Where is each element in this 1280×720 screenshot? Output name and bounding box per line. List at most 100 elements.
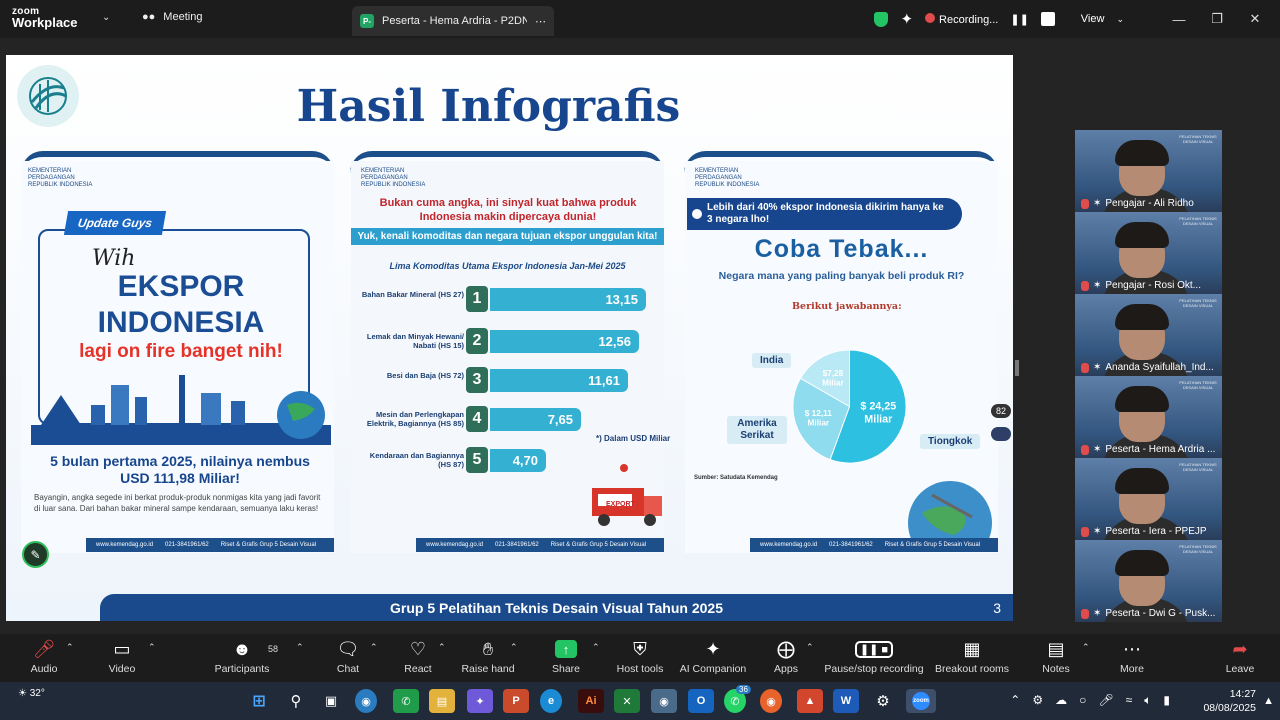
search-icon[interactable]: ⚲ xyxy=(283,689,309,713)
share-tab[interactable]: P- Peserta - Hema Ardria - P2DN's s ⋯ xyxy=(352,6,554,36)
participant-tile[interactable]: PELATIHAN TEKNIS DESAIN VISUAL ✶ Peserta -… xyxy=(1075,540,1222,622)
participant-tile[interactable]: PELATIHAN TEKNIS DESAIN VISUAL ✶ Pengajar … xyxy=(1075,212,1222,294)
chevron-up-icon[interactable]: ⌃ xyxy=(1082,642,1090,653)
resize-handle[interactable] xyxy=(1015,360,1019,376)
chevron-up-icon[interactable]: ⌃ xyxy=(296,642,304,653)
react-button[interactable]: ♡ React ⌃ xyxy=(378,638,458,676)
commodity-value: 4,70 xyxy=(512,453,538,468)
more-button[interactable]: ⋯ More xyxy=(1092,638,1172,676)
acrobat-icon[interactable]: ▲ xyxy=(797,689,823,713)
leave-button[interactable]: ➦ Leave xyxy=(1200,638,1280,676)
more-icon[interactable]: ⋯ xyxy=(535,15,546,28)
pin-icon: ✶ xyxy=(1093,198,1102,209)
participant-tile[interactable]: PELATIHAN TEKNIS DESAIN VISUAL ✶ Pengajar … xyxy=(1075,130,1222,212)
start-icon[interactable]: ⊞ xyxy=(246,689,272,713)
chevron-up-icon[interactable]: ⌃ xyxy=(66,642,74,653)
view-button[interactable]: View xyxy=(1081,13,1105,25)
breakout-rooms-button[interactable]: ▦ Breakout rooms xyxy=(932,638,1012,676)
footer-web: www.kemendag.go.id xyxy=(426,542,484,548)
stop-icon[interactable] xyxy=(1040,12,1055,26)
notes-button[interactable]: ▤ Notes ⌃ xyxy=(1016,638,1096,676)
recording-label: Recording... xyxy=(939,13,999,26)
training-stamp: PELATIHAN TEKNIS DESAIN VISUAL xyxy=(1179,544,1217,554)
chrome-icon[interactable]: ◉ xyxy=(355,689,377,713)
tray-app-icon[interactable]: ⚙ xyxy=(1032,693,1043,708)
phone-app-icon[interactable]: ✆ xyxy=(393,689,419,713)
task-view-icon[interactable]: ▣ xyxy=(318,689,344,713)
card2-ministry: KEMENTERIAN PERDAGANGAN REPUBLIK INDONES… xyxy=(361,168,425,189)
pause-recording-button[interactable]: ❚❚ ■ Pause/stop recording xyxy=(820,638,928,675)
word-icon[interactable]: W xyxy=(833,689,859,713)
country-india: India xyxy=(752,353,792,368)
share-button[interactable]: ↑ Share ⌃ xyxy=(526,638,606,675)
recording-indicator[interactable]: Recording... xyxy=(925,12,999,26)
commodity-row: Besi dan Baja (HS 72) 3 11,61 xyxy=(351,367,664,397)
mic-muted-icon xyxy=(1081,362,1089,373)
copilot-icon[interactable]: ✦ xyxy=(467,689,493,713)
annotate-pencil-icon[interactable]: ✎ xyxy=(22,541,49,568)
weather-widget[interactable]: ☀ 32° xyxy=(18,688,45,699)
ai-sparkle-icon[interactable]: ✦ xyxy=(900,10,913,28)
chevron-down-icon[interactable]: ⌄ xyxy=(1116,14,1124,25)
commodity-rank: 5 xyxy=(466,447,488,473)
zoom-taskbar-icon[interactable]: zoom xyxy=(906,689,936,713)
close-icon[interactable]: ✕ xyxy=(1242,11,1268,27)
commodity-row: Mesin dan Perlengkapan Elektrik, Bagiann… xyxy=(351,406,664,436)
training-stamp: PELATIHAN TEKNIS DESAIN VISUAL xyxy=(1179,134,1217,144)
battery-icon[interactable]: ▮ xyxy=(1163,693,1170,708)
apps-button[interactable]: ⨁ Apps ⌃ xyxy=(746,638,826,676)
minimize-icon[interactable]: — xyxy=(1166,12,1192,27)
slide-content: KEMENTERIAN PERDAGANGAN REPUBLIK INDONES… xyxy=(6,55,1013,621)
participant-tile[interactable]: PELATIHAN TEKNIS DESAIN VISUAL ✶ Ananda Sy… xyxy=(1075,294,1222,376)
chevron-up-icon[interactable]: ⌃ xyxy=(510,642,518,653)
commodity-bar: 11,61 xyxy=(490,369,628,392)
chevron-up-icon[interactable]: ⌃ xyxy=(1010,693,1020,708)
participants-button[interactable]: ☻ 58 Participants ⌃ xyxy=(202,638,304,676)
photos-icon[interactable]: ◉ xyxy=(651,689,677,713)
cloud-icon[interactable]: ☁ xyxy=(1055,693,1067,708)
illustrator-icon[interactable]: Ai xyxy=(578,689,604,713)
country-china: Tiongkok xyxy=(920,434,981,449)
tray-sync-icon[interactable]: ○ xyxy=(1079,693,1086,708)
side-chat-chip[interactable] xyxy=(991,427,1011,441)
skyline-illustration xyxy=(31,375,331,445)
pause-stop-icon: ❚❚ ■ xyxy=(820,638,928,660)
participant-tile[interactable]: PELATIHAN TEKNIS DESAIN VISUAL ✶ Peserta -… xyxy=(1075,458,1222,540)
meeting-toolbar: 🎤︎ Audio ⌃ ▭ Video ⌃ ☻ 58 Participants ⌃… xyxy=(0,634,1280,682)
video-button[interactable]: ▭ Video ⌃ xyxy=(82,638,162,676)
powerpoint-icon[interactable]: P xyxy=(503,689,529,713)
video-label: Video xyxy=(108,663,136,675)
settings-gear-icon[interactable]: ⚙ xyxy=(870,689,896,713)
chevron-up-icon[interactable]: ⌃ xyxy=(148,642,156,653)
xbox-icon[interactable]: ✕ xyxy=(614,689,640,713)
edge-icon[interactable]: e xyxy=(540,689,562,713)
share-tab-title: Peserta - Hema Ardria - P2DN's s xyxy=(382,15,527,27)
ai-companion-button[interactable]: ✦ AI Companion xyxy=(672,638,754,676)
audio-button[interactable]: 🎤︎ Audio ⌃ xyxy=(4,638,84,676)
pause-icon[interactable]: ❚❚ xyxy=(1010,13,1028,26)
raise-hand-button[interactable]: ✋︎ Raise hand ⌃ xyxy=(448,638,528,676)
meeting-tab[interactable]: ●● Meeting xyxy=(142,11,202,23)
notification-bell-icon[interactable]: ▲ xyxy=(1263,695,1274,707)
ekspor-headline: EKSPOR INDONESIA xyxy=(97,270,265,339)
chevron-up-icon[interactable]: ⌃ xyxy=(370,642,378,653)
wifi-icon[interactable]: ≈ xyxy=(1126,693,1133,708)
folder-icon[interactable]: ▤ xyxy=(429,689,455,713)
security-shield-icon[interactable] xyxy=(874,11,889,27)
chevron-down-icon[interactable]: ⌄ xyxy=(102,12,110,23)
microphone-icon[interactable]: 🎤︎ xyxy=(1098,693,1113,708)
whatsapp-badge: 36 xyxy=(736,685,751,694)
participant-tile[interactable]: PELATIHAN TEKNIS DESAIN VISUAL ✶ Peserta -… xyxy=(1075,376,1222,458)
mic-muted-icon xyxy=(1081,526,1089,537)
chevron-up-icon[interactable]: ⌃ xyxy=(438,642,446,653)
firefox-icon[interactable]: ◉ xyxy=(760,689,782,713)
chevron-up-icon[interactable]: ⌃ xyxy=(592,642,600,653)
maximize-icon[interactable]: ❐ xyxy=(1204,11,1230,27)
outlook-icon[interactable]: O xyxy=(688,689,714,713)
clock[interactable]: 14:27 08/08/2025 xyxy=(1203,687,1256,715)
host-tools-button[interactable]: ⛨ Host tools xyxy=(600,638,680,676)
chevron-up-icon[interactable]: ⌃ xyxy=(806,642,814,653)
chat-button[interactable]: 🗨︎ Chat ⌃ xyxy=(308,638,388,676)
speaker-icon[interactable]: 🔈︎ xyxy=(1144,693,1151,708)
side-count-chip[interactable]: 82 xyxy=(991,404,1011,418)
